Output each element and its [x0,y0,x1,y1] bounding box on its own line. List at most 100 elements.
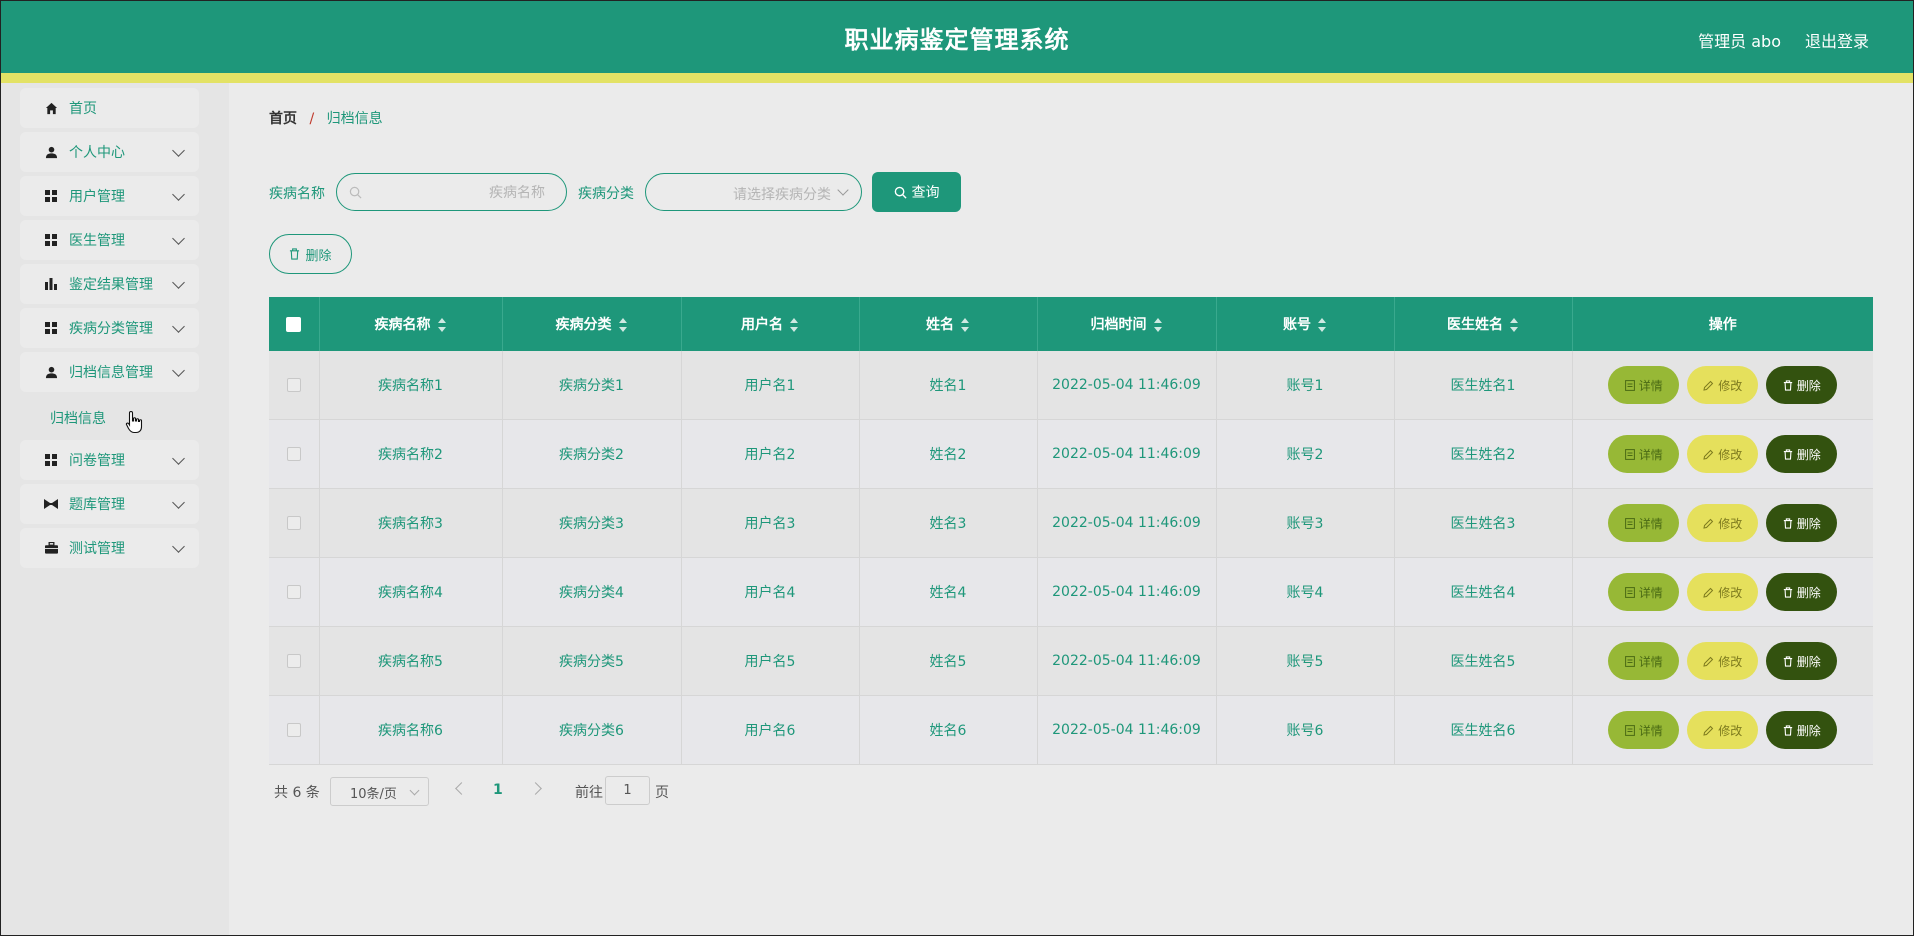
sidebar-subitem-archive-info[interactable]: 归档信息 [50,408,106,428]
detail-button[interactable]: 详情 [1608,366,1680,404]
sidebar-item-questionnaire-management[interactable]: 问卷管理 [20,440,199,480]
table-cell: 疾病名称2 [319,419,503,489]
batch-delete-label: 删除 [305,248,332,264]
edit-button[interactable]: 修改 [1687,573,1759,611]
column-header[interactable]: 账号 [1216,297,1395,351]
row-checkbox[interactable] [286,585,301,599]
sidebar-item-result-management[interactable]: 鉴定结果管理 [20,264,199,304]
breadcrumb-home[interactable]: 首页 [269,111,297,127]
detail-button[interactable]: 详情 [1608,642,1680,680]
delete-button[interactable]: 删除 [1766,435,1838,473]
table-cell: 疾病分类4 [502,557,682,627]
table-cell: 用户名6 [681,695,860,765]
sort-icon[interactable] [1317,318,1327,332]
trash-icon [1783,586,1792,598]
page-size-value: 10条/页 [350,787,397,802]
edit-button[interactable]: 修改 [1687,504,1759,542]
table-cell: 疾病分类3 [502,488,682,558]
row-actions: 详情 修改 删除 [1572,557,1873,627]
search-icon [894,186,907,199]
query-button[interactable]: 查询 [872,172,961,212]
sort-icon[interactable] [1153,318,1163,332]
detail-button[interactable]: 详情 [1608,435,1680,473]
prev-page-button[interactable] [455,782,468,795]
delete-button[interactable]: 删除 [1766,642,1838,680]
sidebar-item-question-bank[interactable]: 题库管理 [20,484,199,524]
edit-icon [1703,380,1714,391]
logout-link[interactable]: 退出登录 [1805,28,1869,52]
sort-icon[interactable] [437,318,447,332]
header-select-all[interactable] [269,297,320,351]
row-checkbox[interactable] [286,447,301,461]
chevron-down-icon [409,785,420,796]
row-select-cell [269,557,320,627]
edit-button[interactable]: 修改 [1687,366,1759,404]
page-number-current[interactable]: 1 [493,782,503,798]
select-all-checkbox[interactable] [286,316,302,332]
column-header[interactable]: 归档时间 [1037,297,1217,351]
disease-name-input[interactable] [373,182,547,204]
table-cell: 疾病名称6 [319,695,503,765]
column-header[interactable]: 疾病分类 [502,297,682,351]
disease-name-label: 疾病名称 [269,186,325,202]
sidebar-item-personal-center[interactable]: 个人中心 [20,132,199,172]
column-header[interactable]: 疾病名称 [319,297,503,351]
delete-button[interactable]: 删除 [1766,366,1838,404]
page-size-select[interactable]: 10条/页 [330,777,429,806]
detail-label: 详情 [1638,378,1663,393]
disease-name-search[interactable] [336,173,567,211]
row-checkbox[interactable] [286,516,301,530]
table-cell: 姓名1 [859,351,1038,420]
detail-button[interactable]: 详情 [1608,504,1680,542]
delete-button[interactable]: 删除 [1766,711,1838,749]
column-header[interactable]: 用户名 [681,297,860,351]
batch-delete-button[interactable]: 删除 [269,234,352,274]
column-header[interactable]: 姓名 [859,297,1038,351]
grid-icon [43,188,59,204]
table-cell: 医生姓名2 [1394,419,1573,489]
delete-button[interactable]: 删除 [1766,504,1838,542]
detail-label: 详情 [1638,723,1663,738]
column-header-label: 姓名 [926,317,954,333]
detail-button[interactable]: 详情 [1608,573,1680,611]
sort-icon[interactable] [960,318,970,332]
row-select-cell [269,488,320,558]
document-icon [1624,448,1635,460]
sidebar-item-doctor-management[interactable]: 医生管理 [20,220,199,260]
column-header[interactable]: 医生姓名 [1394,297,1573,351]
edit-button[interactable]: 修改 [1687,642,1759,680]
goto-page-input[interactable] [605,776,650,805]
trash-icon [1783,448,1792,460]
table-cell: 用户名5 [681,626,860,696]
delete-button[interactable]: 删除 [1766,573,1838,611]
trash-icon [1783,724,1792,736]
row-checkbox[interactable] [286,378,301,392]
disease-category-select[interactable]: 请选择疾病分类 [645,173,862,211]
edit-button[interactable]: 修改 [1687,435,1759,473]
document-icon [1624,379,1635,391]
sidebar-item-test-management[interactable]: 测试管理 [20,528,199,568]
table-cell: 2022-05-04 11:46:09 [1037,695,1217,765]
detail-label: 详情 [1638,654,1663,669]
home-icon [43,100,59,116]
table-cell: 医生姓名4 [1394,557,1573,627]
sort-icon[interactable] [1509,318,1519,332]
breadcrumb-current: 归档信息 [326,111,383,127]
sidebar-item-category-management[interactable]: 疾病分类管理 [20,308,199,348]
row-checkbox[interactable] [286,723,301,737]
sort-icon[interactable] [618,318,628,332]
edit-label: 修改 [1718,447,1743,462]
chevron-down-icon [172,231,185,245]
next-page-button[interactable] [529,782,542,795]
sidebar-item-home[interactable]: 首页 [20,88,199,128]
chevron-down-icon [172,143,185,157]
category-select-placeholder: 请选择疾病分类 [733,187,831,203]
row-checkbox[interactable] [286,654,301,668]
sidebar-item-archive-management[interactable]: 归档信息管理 [20,352,199,392]
row-select-cell [269,351,320,420]
sort-icon[interactable] [789,318,799,332]
detail-button[interactable]: 详情 [1608,711,1680,749]
edit-button[interactable]: 修改 [1687,711,1759,749]
sidebar-item-user-management[interactable]: 用户管理 [20,176,199,216]
chevron-down-icon [172,319,185,333]
